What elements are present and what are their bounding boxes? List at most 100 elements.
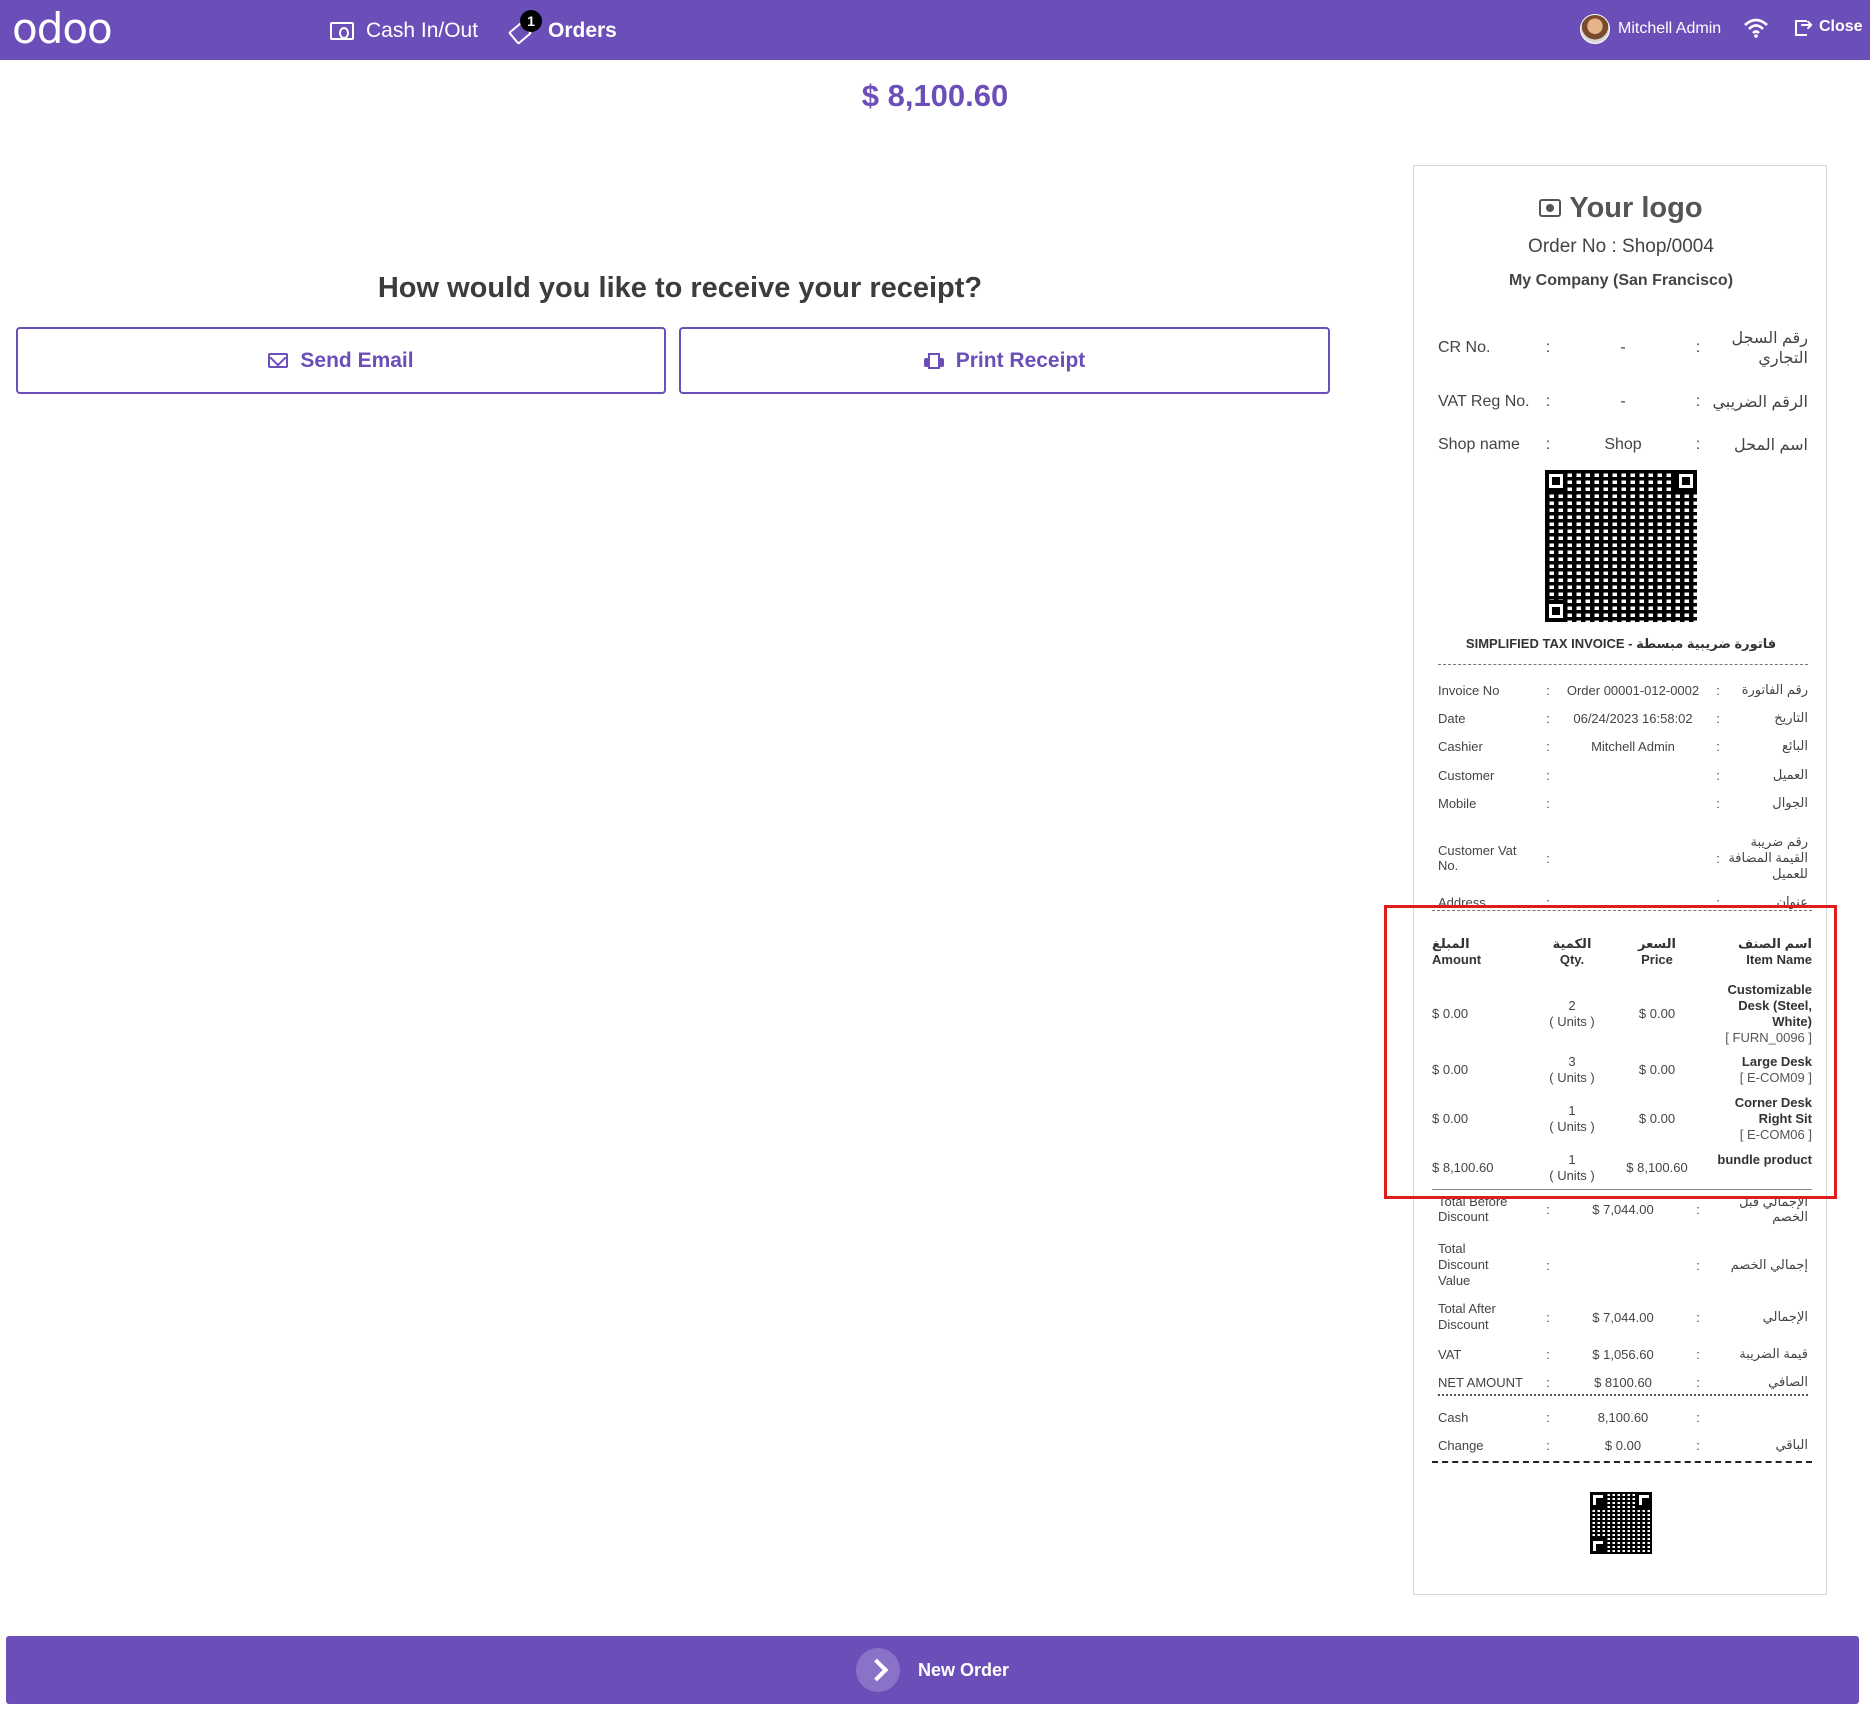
row-label-ar: الصافي: [1768, 1374, 1808, 1389]
row-sep: :: [1696, 1257, 1700, 1273]
divider: [1438, 1394, 1808, 1396]
mobile-row: Mobile : : الجوال: [1438, 793, 1808, 813]
row-label: Customer: [1438, 767, 1495, 783]
camera-icon: [1539, 199, 1562, 217]
row-sep: :: [1546, 1257, 1550, 1273]
receipt-question: How would you like to receive your recei…: [377, 272, 983, 304]
row-sep: :: [1696, 1309, 1700, 1325]
row-sep: :: [1546, 767, 1550, 783]
total-after-discount-row: Total After Discount : $ 7,044.00 : الإج…: [1438, 1300, 1808, 1334]
row-label: Total After Discount: [1438, 1301, 1496, 1332]
cash-row: Cash : 8,100.60 :: [1438, 1407, 1808, 1427]
row-label-ar: العميل: [1772, 767, 1808, 782]
vat-row: VAT : $ 1,056.60 : قيمة الضريبة: [1438, 1344, 1808, 1364]
row-label: Shop name: [1438, 436, 1520, 453]
row-sep: :: [1696, 1201, 1700, 1217]
user-menu[interactable]: Mitchell Admin: [1580, 14, 1721, 44]
row-label: CR No.: [1438, 339, 1491, 356]
ticket-icon: 1: [508, 10, 542, 42]
orders-count-badge: 1: [520, 10, 542, 32]
qr-code-small: [1590, 1492, 1652, 1554]
total-amount: $ 8,100.60: [0, 78, 1870, 114]
row-sep: :: [1546, 1409, 1550, 1425]
orders-button[interactable]: 1 Orders: [508, 10, 617, 44]
cash-in-out-button[interactable]: Cash In/Out: [330, 18, 478, 44]
date-row: Date : 06/24/2023 16:58:02 : التاريخ: [1438, 708, 1808, 728]
row-label-ar: البائع: [1782, 738, 1808, 753]
row-label-ar: اسم المحل: [1734, 437, 1808, 454]
row-sep: :: [1546, 1346, 1550, 1362]
cashier-row: Cashier : Mitchell Admin : البائع: [1438, 736, 1808, 756]
row-label-ar: الباقي: [1775, 1437, 1808, 1452]
row-label: Cashier: [1438, 738, 1483, 754]
row-label-ar: الرقم الضريبي: [1712, 394, 1808, 411]
row-sep: :: [1546, 1374, 1550, 1390]
row-sep: :: [1546, 795, 1550, 811]
row-sep: :: [1545, 339, 1551, 356]
row-value: Order 00001-012-0002: [1566, 682, 1700, 698]
row-sep: :: [1716, 682, 1720, 698]
envelope-icon: [268, 353, 289, 368]
row-label: Change: [1438, 1437, 1484, 1453]
qr-code: [1545, 470, 1697, 622]
vat-reg-row: VAT Reg No. : - : الرقم الضريبي: [1438, 380, 1808, 424]
new-order-label: New Order: [917, 1659, 1010, 1680]
top-navbar: odoo Cash In/Out 1 Orders Mitchell Admin…: [0, 0, 1870, 60]
qr-finder: [1636, 1492, 1652, 1508]
row-sep: :: [1696, 1346, 1700, 1362]
row-value: -: [1620, 393, 1626, 410]
total-discount-row: Total Discount Value : : إجمالي الخصم: [1438, 1241, 1808, 1289]
invoice-title: SIMPLIFIED TAX INVOICE - فاتورة ضريبية م…: [1465, 636, 1777, 651]
row-sep: :: [1695, 339, 1701, 356]
row-label-ar: رقم السجل التجاري: [1731, 330, 1808, 367]
row-label: Total Discount Value: [1438, 1241, 1489, 1288]
qr-finder: [1675, 470, 1697, 492]
row-sep: :: [1696, 1409, 1700, 1425]
row-sep: :: [1546, 1201, 1550, 1217]
row-sep: :: [1546, 682, 1550, 698]
user-name: Mitchell Admin: [1618, 20, 1722, 37]
sign-out-icon: [1795, 15, 1813, 36]
row-sep: :: [1716, 710, 1720, 726]
net-amount-row: NET AMOUNT : $ 8100.60 : الصافي: [1438, 1372, 1808, 1392]
row-label: Customer Vat No.: [1438, 843, 1517, 873]
change-row: Change : $ 0.00 : الباقي: [1438, 1435, 1808, 1455]
row-value: Shop: [1604, 436, 1642, 453]
row-sep: :: [1695, 436, 1701, 453]
row-label: VAT: [1438, 1346, 1462, 1362]
row-sep: :: [1545, 393, 1551, 410]
cr-no-row: CR No. : - : رقم السجل التجاري: [1438, 326, 1808, 370]
customer-vat-row: Customer Vat No. : : رقم ضريبة القيمة ال…: [1438, 826, 1808, 890]
row-label: VAT Reg No.: [1438, 393, 1530, 410]
row-label: NET AMOUNT: [1438, 1374, 1523, 1390]
send-email-button[interactable]: Send Email: [16, 327, 666, 394]
print-receipt-button[interactable]: Print Receipt: [679, 327, 1330, 394]
new-order-button[interactable]: New Order: [6, 1636, 1859, 1704]
customer-row: Customer : : العميل: [1438, 765, 1808, 785]
row-label: Invoice No: [1438, 682, 1500, 698]
row-value: -: [1620, 339, 1626, 356]
chevron-right-icon: [855, 1648, 900, 1692]
print-receipt-label: Print Receipt: [955, 348, 1086, 372]
qr-finder: [1590, 1538, 1606, 1554]
row-sep: :: [1545, 436, 1551, 453]
receipt-logo: Your logo: [1414, 192, 1828, 225]
row-sep: :: [1716, 738, 1720, 754]
shop-name-row: Shop name : Shop : اسم المحل: [1438, 432, 1808, 458]
row-label: Date: [1438, 710, 1466, 726]
send-email-label: Send Email: [300, 348, 414, 372]
close-label: Close: [1819, 18, 1863, 35]
row-value: $ 1,056.60: [1592, 1346, 1654, 1362]
row-label-ar: قيمة الضريبة: [1739, 1346, 1808, 1361]
highlight-box: [1384, 905, 1837, 1199]
row-sep: :: [1716, 767, 1720, 783]
invoice-no-row: Invoice No : Order 00001-012-0002 : رقم …: [1438, 680, 1808, 700]
close-button[interactable]: Close: [1795, 15, 1863, 36]
avatar: [1580, 14, 1610, 44]
row-label-ar: رقم الفاتورة: [1741, 682, 1808, 697]
row-sep: :: [1716, 850, 1720, 866]
money-bill-icon: [330, 22, 354, 40]
row-value: $ 0.00: [1604, 1437, 1642, 1453]
wifi-icon[interactable]: [1744, 18, 1768, 38]
print-icon: [923, 352, 944, 369]
